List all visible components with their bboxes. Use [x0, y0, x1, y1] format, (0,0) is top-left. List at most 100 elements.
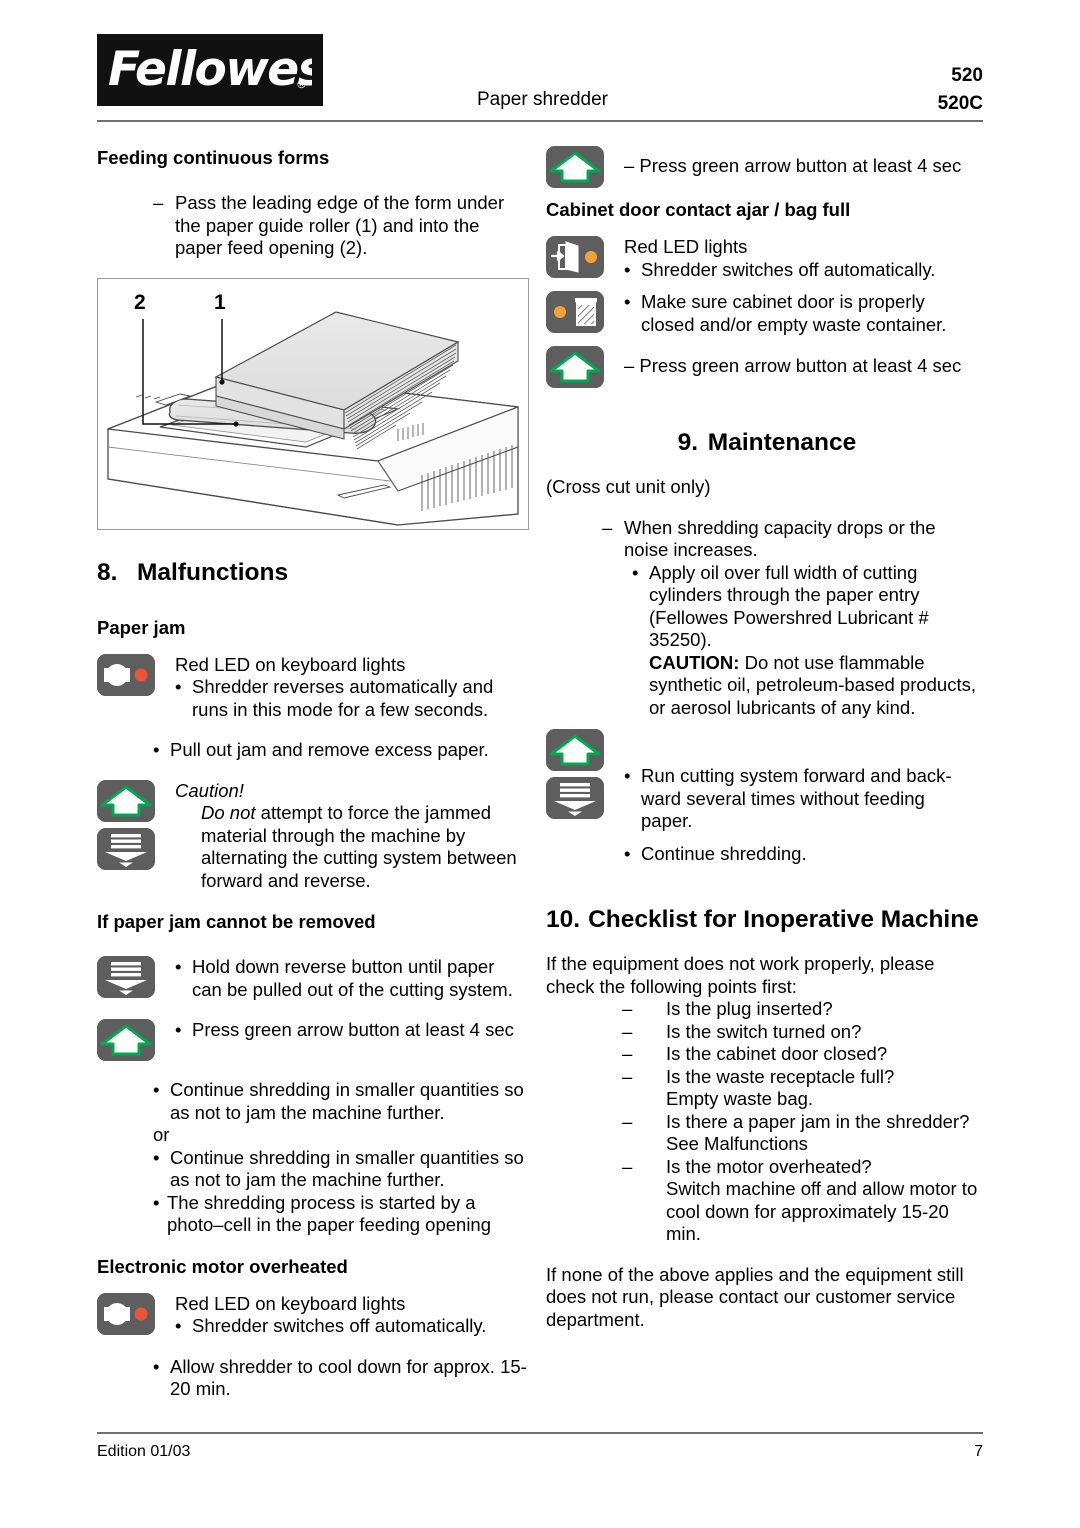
maintenance-bullet-1-text: Apply oil over full width of cutting cyl…	[649, 561, 929, 651]
press-green-arrow-text-2: – Press green arrow button at least 4 se…	[624, 346, 978, 378]
section-number-9: 9.	[677, 429, 699, 456]
paper-jam-bullet-2: • Pull out jam and remove excess paper.	[153, 739, 529, 762]
reverse-shred-down-icon	[97, 827, 155, 870]
feeding-instruction: – Pass the leading edge of the form unde…	[153, 192, 529, 260]
bag-full-icons	[546, 291, 604, 333]
bullet-marker: •	[624, 291, 631, 312]
jam-green-arrow-block: • Press green arrow button at least 4 se…	[97, 1019, 529, 1061]
motor-led-label: Red LED on keyboard lights	[175, 1292, 406, 1314]
press-green-arrow-block-2: – Press green arrow button at least 4 se…	[546, 346, 978, 388]
figure-callout-2: 2	[134, 290, 146, 314]
caution-text-block: Caution! Do not attempt to force the jam…	[175, 780, 529, 893]
checklist-item: – Is the switch turned on?	[622, 1021, 978, 1044]
model-number-520: 520	[951, 65, 983, 86]
door-ajar-icon	[546, 236, 604, 278]
jam-bullet-1: • Hold down reverse button until paper c…	[175, 956, 529, 1001]
jam-continue-list: • Continue shredding in smaller quantiti…	[153, 1079, 529, 1237]
jam-bullet-2-text: Press green arrow button at least 4 sec	[192, 1019, 514, 1040]
motor-overheat-text: Red LED on keyboard lights • Shredder sw…	[175, 1293, 529, 1338]
cabinet-bullet-2: • Make sure cabinet door is properly clo…	[624, 291, 978, 336]
section-title-malfunctions: Malfunctions	[137, 558, 289, 586]
footer-divider	[97, 1432, 983, 1434]
caution-icons	[97, 779, 155, 870]
waste-bag-full-icon	[546, 291, 604, 333]
heading-electronic-motor-overheated: Electronic motor overheated	[97, 1255, 348, 1277]
bullet-marker: •	[624, 842, 631, 864]
dash-marker: –	[622, 1110, 633, 1132]
checklist-item-note: Switch machine off and allow motor to co…	[666, 1178, 978, 1244]
checklist-item: – Is the plug inserted?	[622, 998, 978, 1021]
paper-jam-block: Red LED on keyboard lights • Shredder re…	[97, 653, 529, 722]
maintenance-bullet-1: • Apply oil over full width of cutting c…	[632, 562, 978, 652]
jam-bullet-3-text: Continue shredding in smaller quantities…	[170, 1079, 524, 1123]
paper-jam-bullet-1: • Shredder reverses automatically and ru…	[175, 676, 529, 721]
paper-jam-text: Red LED on keyboard lights • Shredder re…	[175, 654, 529, 722]
dash-marker: –	[622, 1065, 633, 1087]
maintenance-note: (Cross cut unit only)	[546, 476, 711, 497]
reverse-shred-down-icon	[546, 777, 604, 819]
maintenance-dash-1: – When shredding capacity drops or the n…	[602, 517, 978, 562]
heading-paper-jam: Paper jam	[97, 616, 186, 638]
checklist-closing: If none of the above applies and the equ…	[546, 1263, 964, 1330]
footer-edition: Edition 01/03	[97, 1443, 191, 1460]
caution-body: Do not attempt to force the jammed mater…	[201, 802, 529, 892]
cabinet-bullet-2-text: Make sure cabinet door is properly close…	[641, 291, 947, 335]
footer-page-number: 7	[974, 1443, 983, 1460]
section-title-maintenance: Maintenance	[707, 429, 857, 456]
bullet-marker: •	[175, 676, 182, 697]
maintenance-run-text: • Run cutting system forward and back-wa…	[624, 729, 978, 833]
bullet-marker: •	[175, 956, 182, 977]
cabinet-bullet-1: • Shredder switches off automatically.	[624, 259, 978, 282]
shredder-line-drawing	[107, 310, 519, 526]
jam-reverse-icons	[97, 956, 155, 998]
checklist-items: – Is the plug inserted? – Is the switch tur…	[546, 998, 978, 1246]
press-green-arrow-label-2: – Press green arrow button at least 4 se…	[624, 355, 962, 376]
maintenance-caution-label: CAUTION:	[649, 651, 740, 673]
checklist-item: – Is the cabinet door closed?	[622, 1043, 978, 1066]
press-green-arrow-icons-1	[546, 146, 604, 188]
maintenance-run-block: • Run cutting system forward and back-wa…	[546, 729, 978, 833]
checklist-intro: If the equipment does not work properly,…	[546, 953, 935, 997]
heading-if-paper-jam-cannot-be-removed: If paper jam cannot be removed	[97, 911, 376, 932]
jam-reverse-text: • Hold down reverse button until paper c…	[175, 956, 529, 1001]
checklist-item: – Is the waste receptacle full? Empty wast…	[622, 1066, 978, 1111]
jam-bullet-3: • Continue shredding in smaller quantiti…	[153, 1079, 529, 1124]
checklist-item-question: Is the waste receptacle full?	[666, 1065, 895, 1087]
page-header: Fellowes ® Paper shredder 520 520C	[97, 34, 983, 122]
bullet-marker: •	[624, 258, 631, 280]
model-number-520c: 520C	[937, 93, 983, 114]
motor-bullet-1-text: Shredder switches off automatically.	[192, 1315, 487, 1336]
right-column: – Press green arrow button at least 4 se…	[546, 146, 979, 1331]
bullet-marker: •	[153, 1191, 160, 1213]
motor-bullet-2: • Allow shredder to cool down for approx…	[153, 1356, 529, 1401]
jam-bullet-5-text: The shredding process is started by a ph…	[167, 1191, 492, 1236]
bullet-marker: •	[624, 765, 631, 786]
green-arrow-up-icon	[97, 779, 155, 822]
maintenance-bullet-3-text: Continue shredding.	[641, 842, 807, 864]
bullet-marker: •	[153, 1079, 160, 1100]
paper-jam-bullet-2-text: Pull out jam and remove excess paper.	[170, 739, 489, 760]
bullet-marker: •	[632, 561, 639, 583]
cabinet-led-label: Red LED lights	[624, 236, 748, 257]
green-arrow-up-icon	[546, 346, 604, 388]
press-green-arrow-label-1: – Press green arrow button at least 4 se…	[624, 155, 962, 176]
section-number-10: 10.	[546, 906, 581, 933]
bullet-marker: •	[153, 1146, 160, 1168]
cabinet-bullet-1-text: Shredder switches off automatically.	[641, 258, 936, 280]
bullet-marker: •	[175, 1315, 182, 1336]
green-arrow-up-icon	[546, 729, 604, 771]
red-led-keyboard-icon	[97, 653, 155, 696]
maintenance-bullet-2: • Run cutting system forward and back-wa…	[624, 765, 978, 833]
jam-bullet-4: • Continue shredding in smaller quantiti…	[153, 1147, 529, 1192]
heading-maintenance: 9. Maintenance	[546, 428, 978, 458]
left-column: Feeding continuous forms – Pass the lead…	[97, 146, 529, 1401]
dash-marker: –	[622, 1020, 633, 1042]
maintenance-bullet-3: • Continue shredding.	[624, 843, 978, 866]
green-arrow-up-icon	[97, 1019, 155, 1061]
jam-or-separator: or	[153, 1124, 170, 1145]
checklist-item: – Is the motor overheated? Switch machine …	[622, 1156, 978, 1246]
feeding-instruction-text: Pass the leading edge of the form under …	[175, 192, 505, 258]
jam-bullet-1-text: Hold down reverse button until paper can…	[192, 956, 513, 1000]
heading-checklist: 10. Checklist for Inoperative Machine	[546, 905, 979, 935]
green-arrow-up-icon	[546, 146, 604, 188]
